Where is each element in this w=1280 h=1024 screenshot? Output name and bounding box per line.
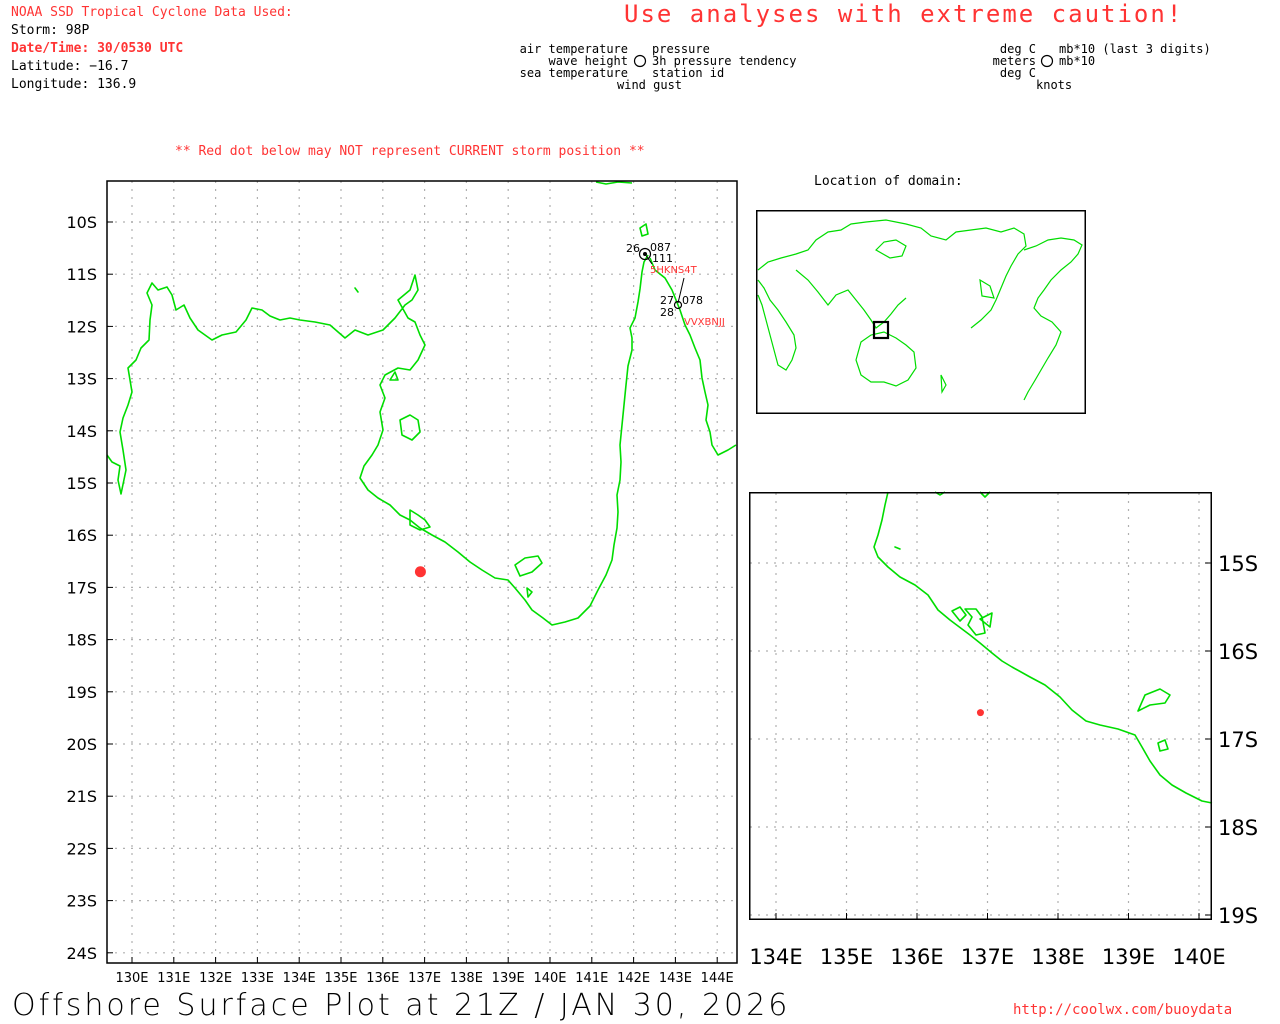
lon-tick-label: 137E <box>408 971 441 986</box>
main-map-coastline <box>106 181 737 626</box>
main-map-lat-labels: 10S 11S 12S 13S 14S 15S 16S 17S 18S 19S 20S 21S 22S 2… <box>66 213 97 963</box>
main-map-lon-labels: 130E 131E 132E 133E 134E 135E 136E 137E 138E 139E… <box>115 971 733 986</box>
lon-tick-label: 133E <box>241 971 274 986</box>
lat-tick-label: 16S <box>66 526 97 545</box>
lon-tick-label: 139E <box>1102 945 1155 969</box>
lon-tick-label: 136E <box>890 945 943 969</box>
lat-tick-label: 12S <box>66 317 97 336</box>
zoom-map: 15S 16S 17S 18S 19S 134E 135E 136E 137E 138E 139E… <box>749 491 1258 969</box>
lat-tick-label: 21S <box>66 787 97 806</box>
lat-tick-label: 10S <box>66 213 97 232</box>
lon-tick-label: 141E <box>575 971 608 986</box>
lon-tick-label: 140E <box>533 971 566 986</box>
unit-pressure-tendency: mb*10 <box>1059 54 1096 68</box>
zoom-map-frame <box>749 492 1212 920</box>
lon-tick-label: 138E <box>1031 945 1084 969</box>
lon-tick-label: 137E <box>961 945 1014 969</box>
location-map-frame <box>756 210 1086 414</box>
lon-tick-label: 130E <box>115 971 148 986</box>
lat-tick-label: 11S <box>66 265 97 284</box>
station-pressure: 078 <box>682 294 703 307</box>
zoom-map-lon-labels: 134E 135E 136E 137E 138E 139E 140E <box>749 945 1225 969</box>
lat-tick-label: 15S <box>66 474 97 493</box>
lon-tick-label: 135E <box>820 945 873 969</box>
lat-tick-label: 19S <box>1218 904 1258 928</box>
lat-tick-label: 17S <box>1218 728 1258 752</box>
lat-tick-label: 15S <box>1218 552 1258 576</box>
storm-position-dot <box>414 566 426 578</box>
lon-tick-label: 136E <box>366 971 399 986</box>
lon-tick-label: 143E <box>659 971 692 986</box>
unit-wind-gust: knots <box>1036 78 1073 92</box>
lon-tick-label: 134E <box>749 945 802 969</box>
lon-tick-label: 144E <box>701 971 734 986</box>
location-map-title: Location of domain: <box>814 174 963 189</box>
lon-tick-label: 135E <box>324 971 357 986</box>
plot-title: Offshore Surface Plot at 21Z / JAN 30, 2… <box>12 988 791 1023</box>
lon-tick-label: 132E <box>199 971 232 986</box>
lon-tick-label: 131E <box>157 971 190 986</box>
lat-tick-label: 13S <box>66 370 97 389</box>
station-tendency: 111 <box>652 252 673 265</box>
lat-tick-label: 17S <box>66 578 97 597</box>
lon-tick-label: 139E <box>492 971 525 986</box>
lat-tick-label: 14S <box>66 422 97 441</box>
unit-sea-temp: deg C <box>999 66 1036 80</box>
lat-tick-label: 24S <box>66 944 97 963</box>
main-map: 10S 11S 12S 13S 14S 15S 16S 17S 18S 19S 20S 21S 22S 2… <box>66 180 738 986</box>
lon-tick-label: 134E <box>283 971 316 986</box>
station-air-temp: 26 <box>626 242 640 255</box>
lat-tick-label: 16S <box>1218 640 1258 664</box>
station-circle-icon <box>1040 54 1054 68</box>
lat-tick-label: 19S <box>66 683 97 702</box>
lat-tick-label: 20S <box>66 735 97 754</box>
station-marker: 26 087 111 5HKNS4T <box>626 241 698 276</box>
station-sea-temp: 28 <box>660 306 674 319</box>
lat-tick-label: 22S <box>66 839 97 858</box>
zoom-map-grid <box>750 493 1211 919</box>
station-id: 5HKNS4T <box>650 265 698 276</box>
lon-tick-label: 138E <box>450 971 483 986</box>
lon-tick-label: 142E <box>617 971 650 986</box>
source-url[interactable]: http://coolwx.com/buoydata <box>1013 1002 1232 1018</box>
lat-tick-label: 23S <box>66 892 97 911</box>
lat-tick-label: 18S <box>1218 816 1258 840</box>
world-coastline <box>757 219 1083 401</box>
zoom-map-lat-labels: 15S 16S 17S 18S 19S <box>1218 552 1258 928</box>
zoom-map-coastline <box>873 491 1213 804</box>
location-map <box>756 210 1086 414</box>
lon-tick-label: 140E <box>1172 945 1225 969</box>
storm-position-dot <box>976 709 984 717</box>
station-id: VVXBNJJ <box>684 317 725 328</box>
lat-tick-label: 18S <box>66 631 97 650</box>
